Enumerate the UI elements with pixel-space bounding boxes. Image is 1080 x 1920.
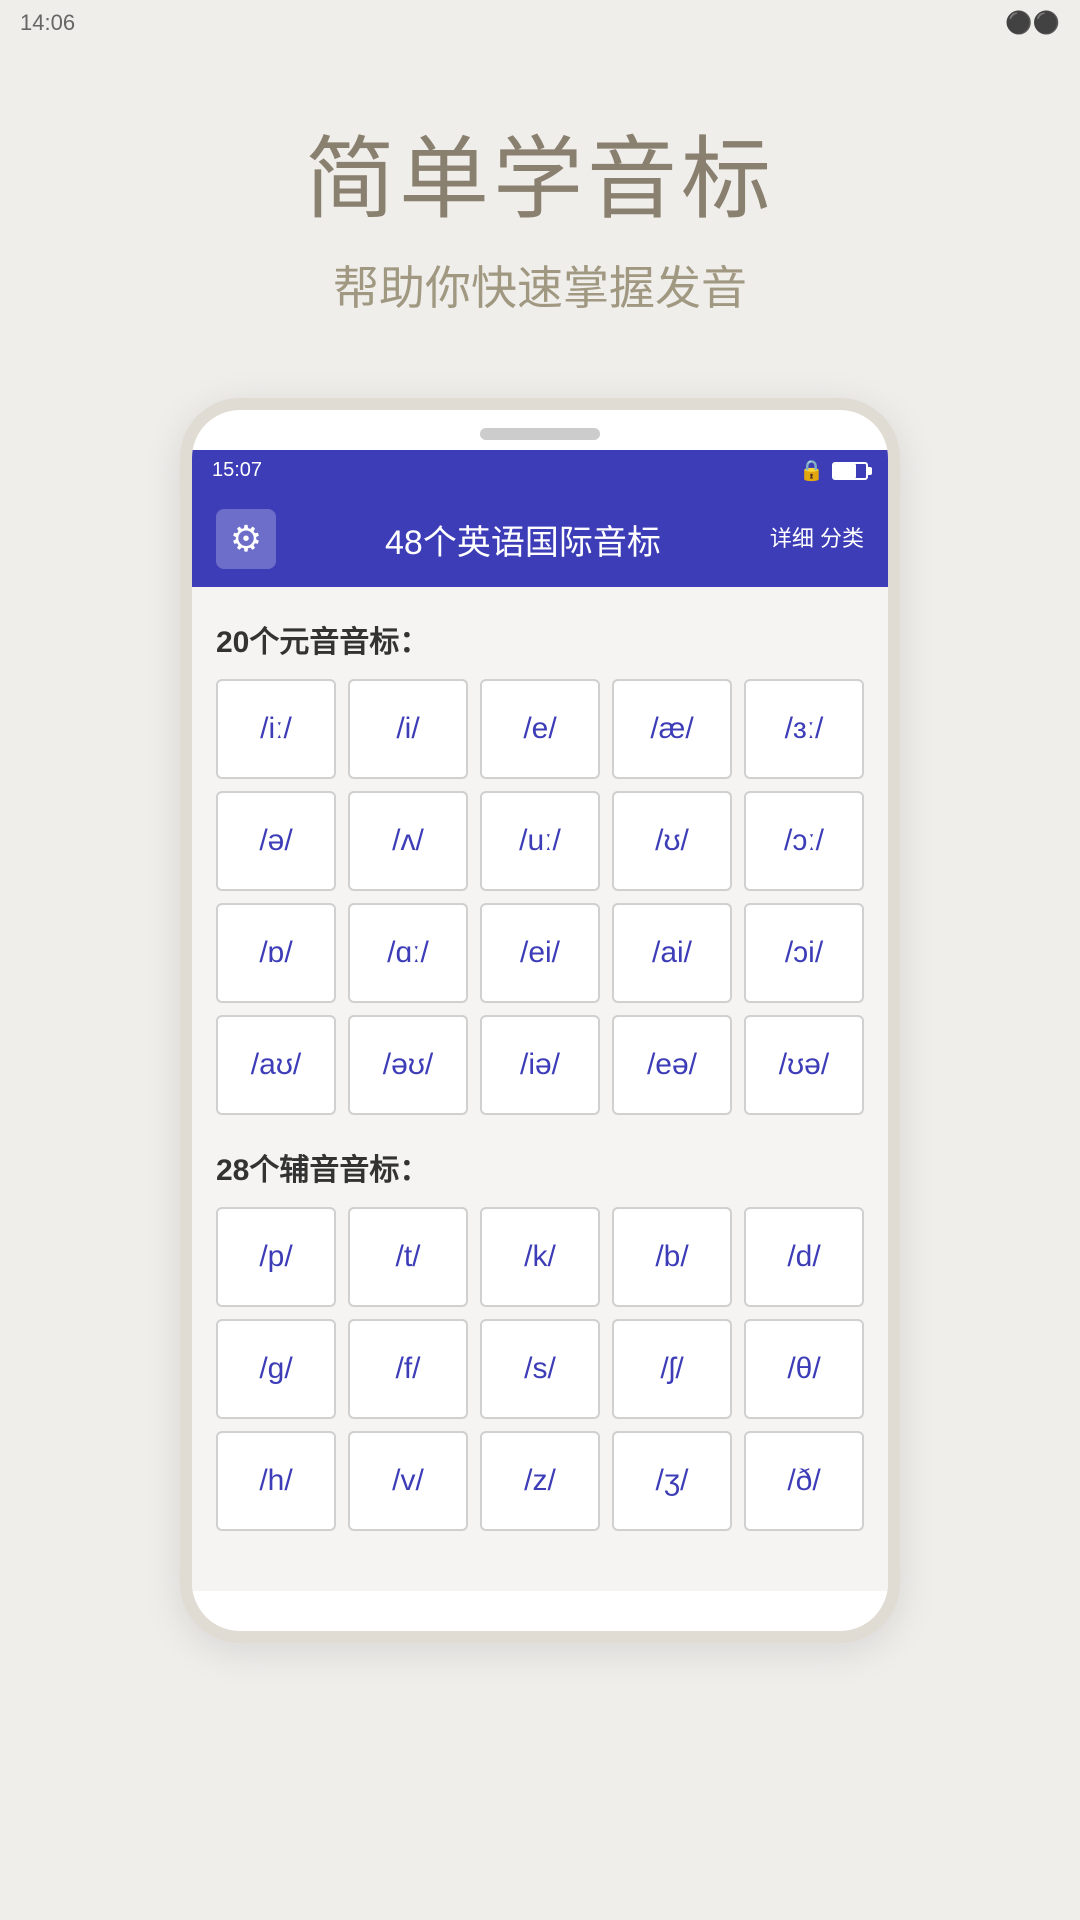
vowels-section-title: 20个元音音标： [216, 617, 864, 661]
vowels-grid: /iː//i//e//æ//ɜː/ /ə//ʌ//uː//ʊ//ɔː/ /ɒ//ɑː… [216, 679, 864, 1115]
vowel-cell[interactable]: /e/ [480, 679, 600, 779]
vowel-cell[interactable]: /æ/ [612, 679, 732, 779]
consonant-cell[interactable]: /ð/ [744, 1431, 864, 1531]
vowel-cell[interactable]: /i/ [348, 679, 468, 779]
consonant-cell[interactable]: /ʃ/ [612, 1319, 732, 1419]
vowel-cell[interactable]: /ɒ/ [216, 903, 336, 1003]
phone-mockup: 15:07 🔒 ⚙ 48个英语国际音标 详细 分类 20个元音音标： /iː//… [180, 398, 900, 1643]
vowel-cell[interactable]: /ai/ [612, 903, 732, 1003]
consonant-cell[interactable]: /f/ [348, 1319, 468, 1419]
battery-fill [834, 464, 856, 478]
outer-time: 14:06 [20, 10, 75, 36]
header-title: 48个英语国际音标 [385, 515, 661, 564]
consonant-cell[interactable]: /k/ [480, 1207, 600, 1307]
outer-icons: ⚫⚫ [1005, 10, 1060, 36]
consonant-cell[interactable]: /θ/ [744, 1319, 864, 1419]
inner-status-bar: 15:07 🔒 [192, 450, 888, 491]
battery-icon [832, 462, 868, 480]
vowel-cell[interactable]: /ə/ [216, 791, 336, 891]
phone-speaker [192, 410, 888, 450]
consonant-cell[interactable]: /s/ [480, 1319, 600, 1419]
vowel-cell[interactable]: /ʊ/ [612, 791, 732, 891]
vowel-cell[interactable]: /eə/ [612, 1015, 732, 1115]
outer-status-bar: 14:06 ⚫⚫ [0, 0, 1080, 46]
consonant-cell[interactable]: /v/ [348, 1431, 468, 1531]
vowel-cell[interactable]: /ɑː/ [348, 903, 468, 1003]
sub-title: 帮助你快速掌握发音 [305, 252, 775, 318]
consonant-cell[interactable]: /t/ [348, 1207, 468, 1307]
vowel-cell[interactable]: /ɜː/ [744, 679, 864, 779]
vowel-cell[interactable]: /uː/ [480, 791, 600, 891]
consonant-cell[interactable]: /ʒ/ [612, 1431, 732, 1531]
consonant-cell[interactable]: /z/ [480, 1431, 600, 1531]
speaker-bar [480, 428, 600, 440]
vowel-cell[interactable]: /iː/ [216, 679, 336, 779]
consonant-cell[interactable]: /b/ [612, 1207, 732, 1307]
vowel-cell[interactable]: /ʊə/ [744, 1015, 864, 1115]
vowel-cell[interactable]: /ʌ/ [348, 791, 468, 891]
consonant-cell[interactable]: /p/ [216, 1207, 336, 1307]
main-title: 简单学音标 [305, 106, 775, 236]
app-header: ⚙ 48个英语国际音标 详细 分类 [192, 491, 888, 587]
header-detail-button[interactable]: 详细 分类 [770, 525, 864, 554]
vowel-cell[interactable]: /aʊ/ [216, 1015, 336, 1115]
gear-icon[interactable]: ⚙ [216, 509, 276, 569]
consonant-cell[interactable]: /h/ [216, 1431, 336, 1531]
lock-icon: 🔒 [799, 458, 824, 483]
inner-status-right: 🔒 [799, 458, 868, 483]
vowel-cell[interactable]: /ɔi/ [744, 903, 864, 1003]
inner-time: 15:07 [212, 459, 262, 482]
consonant-cell[interactable]: /g/ [216, 1319, 336, 1419]
vowel-cell[interactable]: /iə/ [480, 1015, 600, 1115]
consonants-section-title: 28个辅音音标： [216, 1145, 864, 1189]
vowel-cell[interactable]: /ɔː/ [744, 791, 864, 891]
vowel-cell[interactable]: /əʊ/ [348, 1015, 468, 1115]
vowel-cell[interactable]: /ei/ [480, 903, 600, 1003]
consonants-grid: /p//t//k//b//d//g//f//s//ʃ//θ//h//v//z//… [216, 1207, 864, 1531]
title-section: 简单学音标 帮助你快速掌握发音 [305, 106, 775, 318]
content-area: 20个元音音标： /iː//i//e//æ//ɜː//ə//ʌ//uː//ʊ//… [192, 587, 888, 1591]
consonant-cell[interactable]: /d/ [744, 1207, 864, 1307]
